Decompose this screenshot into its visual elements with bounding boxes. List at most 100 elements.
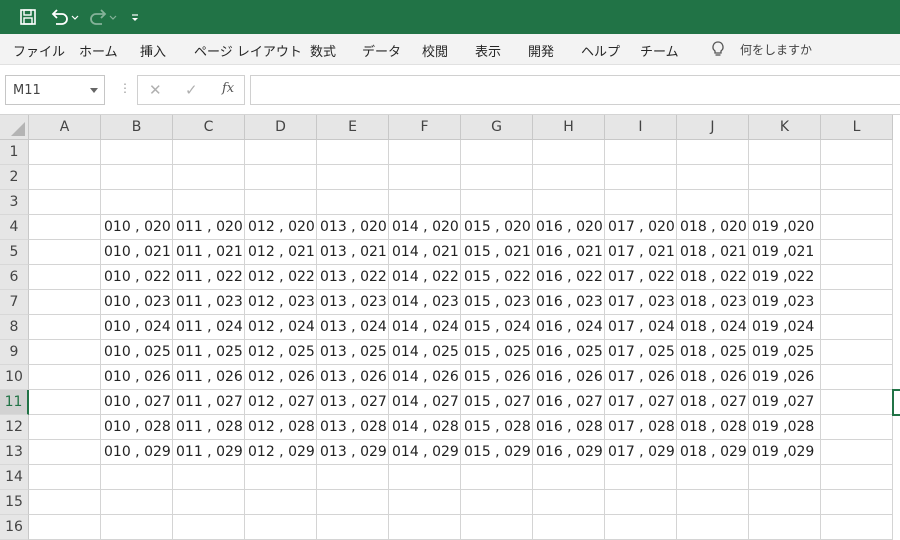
cell-g14[interactable] — [461, 465, 533, 490]
cell-e5[interactable]: 013 , 021 — [317, 240, 389, 265]
cell-g7[interactable]: 015 , 023 — [461, 290, 533, 315]
cell-l2[interactable] — [821, 165, 893, 190]
cell-c16[interactable] — [173, 515, 245, 540]
cell-e10[interactable]: 013 , 026 — [317, 365, 389, 390]
row-header-5[interactable]: 5 — [0, 240, 29, 265]
cell-e1[interactable] — [317, 140, 389, 165]
column-header-c[interactable]: C — [173, 115, 245, 140]
cell-e9[interactable]: 013 , 025 — [317, 340, 389, 365]
cell-d9[interactable]: 012 , 025 — [245, 340, 317, 365]
cell-g16[interactable] — [461, 515, 533, 540]
cell-l12[interactable] — [821, 415, 893, 440]
row-header-13[interactable]: 13 — [0, 440, 29, 465]
cell-l4[interactable] — [821, 215, 893, 240]
cell-l1[interactable] — [821, 140, 893, 165]
cell-e16[interactable] — [317, 515, 389, 540]
cell-l10[interactable] — [821, 365, 893, 390]
cell-l7[interactable] — [821, 290, 893, 315]
column-header-a[interactable]: A — [29, 115, 101, 140]
cell-h11[interactable]: 016 , 027 — [533, 390, 605, 415]
cell-i6[interactable]: 017 , 022 — [605, 265, 677, 290]
column-header-d[interactable]: D — [245, 115, 317, 140]
cell-l15[interactable] — [821, 490, 893, 515]
cell-i13[interactable]: 017 , 029 — [605, 440, 677, 465]
cell-b16[interactable] — [101, 515, 173, 540]
cell-b3[interactable] — [101, 190, 173, 215]
cell-k11[interactable]: 019 ,027 — [749, 390, 821, 415]
cell-b1[interactable] — [101, 140, 173, 165]
cell-i12[interactable]: 017 , 028 — [605, 415, 677, 440]
cell-i5[interactable]: 017 , 021 — [605, 240, 677, 265]
cell-h16[interactable] — [533, 515, 605, 540]
cell-l16[interactable] — [821, 515, 893, 540]
formula-bar-resize-handle[interactable]: ⋮ — [119, 81, 131, 95]
cell-a2[interactable] — [29, 165, 101, 190]
enter-icon[interactable]: ✓ — [185, 81, 198, 99]
cell-c2[interactable] — [173, 165, 245, 190]
cell-i9[interactable]: 017 , 025 — [605, 340, 677, 365]
cell-f3[interactable] — [389, 190, 461, 215]
cell-i16[interactable] — [605, 515, 677, 540]
cell-e6[interactable]: 013 , 022 — [317, 265, 389, 290]
cell-k10[interactable]: 019 ,026 — [749, 365, 821, 390]
cell-e15[interactable] — [317, 490, 389, 515]
tab-help[interactable]: ヘルプ — [581, 41, 620, 60]
formula-input[interactable] — [250, 75, 900, 105]
row-header-7[interactable]: 7 — [0, 290, 29, 315]
cell-b10[interactable]: 010 , 026 — [101, 365, 173, 390]
column-header-h[interactable]: H — [533, 115, 605, 140]
cell-c5[interactable]: 011 , 021 — [173, 240, 245, 265]
cell-e2[interactable] — [317, 165, 389, 190]
cell-k9[interactable]: 019 ,025 — [749, 340, 821, 365]
cell-a10[interactable] — [29, 365, 101, 390]
cell-a12[interactable] — [29, 415, 101, 440]
cell-l3[interactable] — [821, 190, 893, 215]
cell-h6[interactable]: 016 , 022 — [533, 265, 605, 290]
cell-j11[interactable]: 018 , 027 — [677, 390, 749, 415]
cell-d7[interactable]: 012 , 023 — [245, 290, 317, 315]
cell-j9[interactable]: 018 , 025 — [677, 340, 749, 365]
cell-c7[interactable]: 011 , 023 — [173, 290, 245, 315]
cell-d12[interactable]: 012 , 028 — [245, 415, 317, 440]
cell-c6[interactable]: 011 , 022 — [173, 265, 245, 290]
cell-d5[interactable]: 012 , 021 — [245, 240, 317, 265]
tab-review[interactable]: 校閲 — [422, 41, 448, 60]
cell-a11[interactable] — [29, 390, 101, 415]
cell-e13[interactable]: 013 , 029 — [317, 440, 389, 465]
cell-a15[interactable] — [29, 490, 101, 515]
cell-e8[interactable]: 013 , 024 — [317, 315, 389, 340]
cell-g9[interactable]: 015 , 025 — [461, 340, 533, 365]
cell-i4[interactable]: 017 , 020 — [605, 215, 677, 240]
cell-c9[interactable]: 011 , 025 — [173, 340, 245, 365]
cell-c1[interactable] — [173, 140, 245, 165]
cell-b7[interactable]: 010 , 023 — [101, 290, 173, 315]
select-all-button[interactable] — [0, 115, 29, 140]
cell-k7[interactable]: 019 ,023 — [749, 290, 821, 315]
cell-a3[interactable] — [29, 190, 101, 215]
lightbulb-icon[interactable] — [710, 40, 726, 62]
cell-b14[interactable] — [101, 465, 173, 490]
row-header-4[interactable]: 4 — [0, 215, 29, 240]
cell-f6[interactable]: 014 , 022 — [389, 265, 461, 290]
cell-c4[interactable]: 011 , 020 — [173, 215, 245, 240]
cell-l13[interactable] — [821, 440, 893, 465]
tab-data[interactable]: データ — [362, 41, 401, 60]
cell-h5[interactable]: 016 , 021 — [533, 240, 605, 265]
cell-c8[interactable]: 011 , 024 — [173, 315, 245, 340]
row-header-8[interactable]: 8 — [0, 315, 29, 340]
row-header-15[interactable]: 15 — [0, 490, 29, 515]
tab-team[interactable]: チーム — [640, 41, 679, 60]
cell-k8[interactable]: 019 ,024 — [749, 315, 821, 340]
cell-i10[interactable]: 017 , 026 — [605, 365, 677, 390]
cell-c15[interactable] — [173, 490, 245, 515]
cell-l8[interactable] — [821, 315, 893, 340]
cell-d3[interactable] — [245, 190, 317, 215]
cell-l5[interactable] — [821, 240, 893, 265]
cell-d14[interactable] — [245, 465, 317, 490]
cell-j4[interactable]: 018 , 020 — [677, 215, 749, 240]
cell-b11[interactable]: 010 , 027 — [101, 390, 173, 415]
cell-h1[interactable] — [533, 140, 605, 165]
undo-icon[interactable] — [50, 7, 80, 27]
cell-i2[interactable] — [605, 165, 677, 190]
row-header-2[interactable]: 2 — [0, 165, 29, 190]
